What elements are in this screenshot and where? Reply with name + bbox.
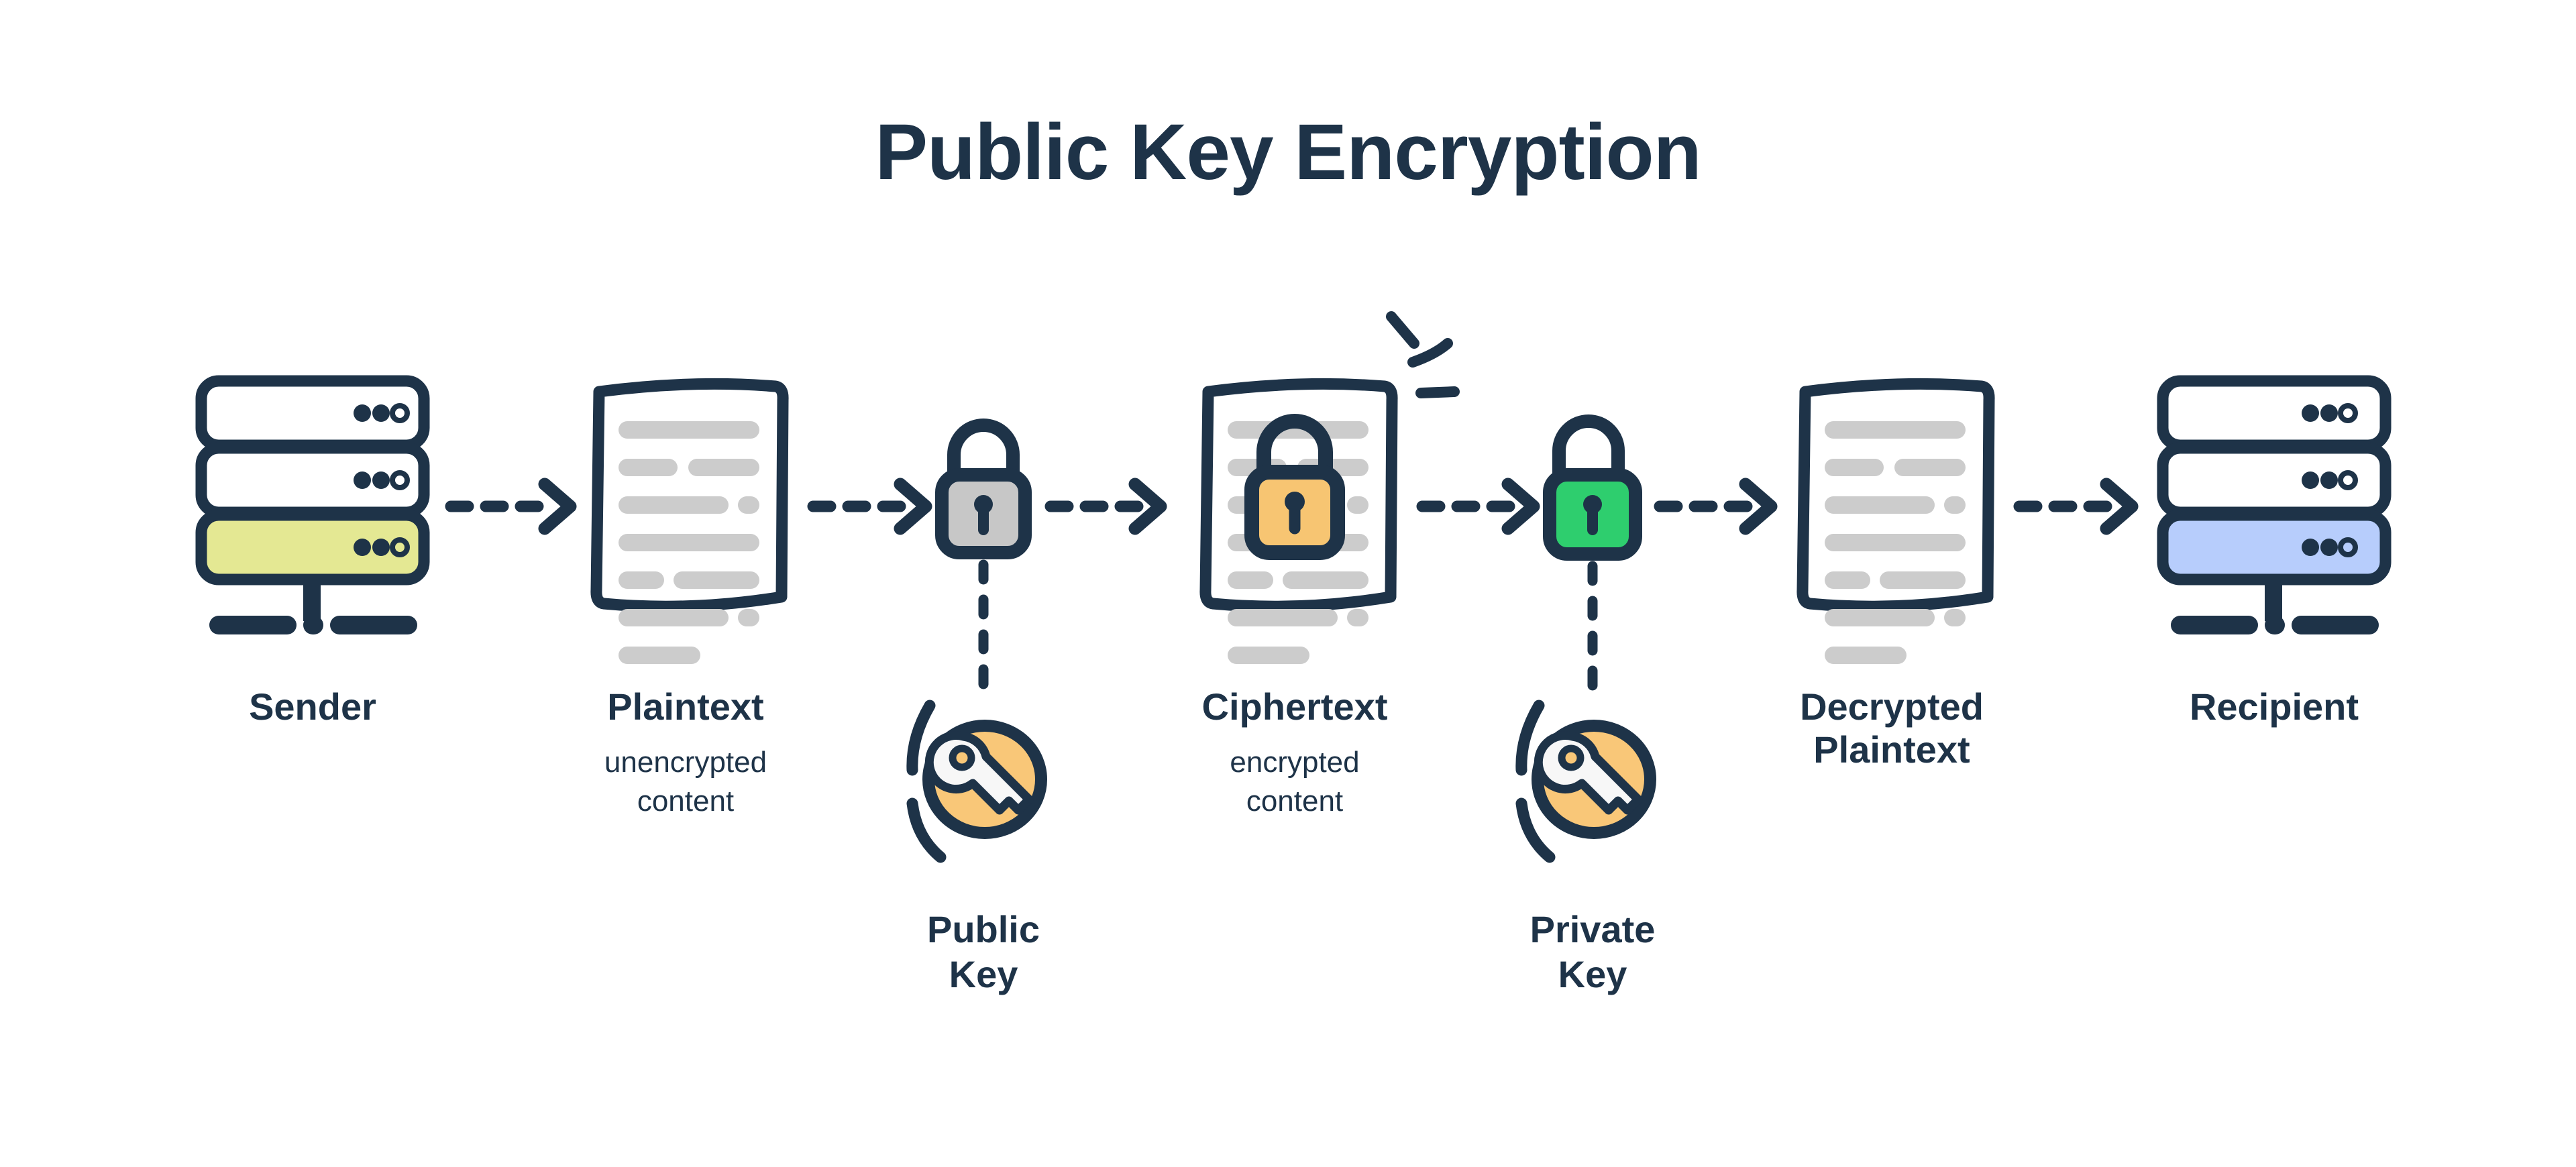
padlock-open-green-icon — [1543, 414, 1642, 561]
key-circle-icon-public — [906, 700, 1047, 863]
node-label-public-key: Public Key — [926, 908, 1040, 996]
flow-arrow-3 — [1044, 478, 1167, 535]
document-icon-plaintext — [590, 378, 789, 664]
key-circle-icon-private — [1515, 700, 1656, 863]
node-sub-plaintext: unencrypted content — [604, 746, 767, 818]
padlock-closed-gray-icon — [935, 419, 1032, 559]
document-locked-icon-ciphertext — [1199, 311, 1460, 664]
flow-arrow-2 — [807, 478, 932, 535]
flow-arrow-6 — [2013, 478, 2139, 535]
flow-arrow-4 — [1416, 478, 1540, 535]
node-sender[interactable]: Sender — [158, 685, 467, 728]
server-stack-icon-sender — [195, 375, 430, 634]
node-label-recipient: Recipient — [2189, 685, 2359, 728]
node-plaintext[interactable]: Plaintext unencrypted content — [531, 685, 840, 820]
flow-stage: Sender Plaintext unencrypted content Cip… — [0, 0, 2576, 1167]
node-decrypted-plaintext[interactable]: Decrypted Plaintext — [1737, 685, 2046, 772]
flow-arrow-1 — [445, 478, 577, 535]
node-ciphertext[interactable]: Ciphertext encrypted content — [1140, 685, 1449, 820]
diagram-canvas: Public Key Encryption Sender Plaintext u… — [0, 0, 2576, 1167]
sparkle-icon — [1386, 311, 1460, 398]
node-sub-ciphertext: encrypted content — [1230, 746, 1360, 818]
document-icon-decrypted — [1796, 378, 1995, 664]
server-stack-icon-recipient — [2157, 375, 2392, 634]
node-label-private-key: Private Key — [1529, 908, 1656, 996]
node-label-sender: Sender — [249, 685, 376, 728]
flow-arrow-5 — [1654, 478, 1778, 535]
diagram-svg-layer — [195, 311, 2392, 863]
node-recipient[interactable]: Recipient — [2120, 685, 2428, 728]
node-label-decrypted-plaintext: Decrypted Plaintext — [1800, 685, 1984, 771]
node-public-key[interactable]: Public Key — [829, 907, 1138, 997]
node-label-plaintext: Plaintext — [607, 685, 764, 728]
node-label-ciphertext: Ciphertext — [1201, 685, 1388, 728]
node-private-key[interactable]: Private Key — [1438, 907, 1747, 997]
